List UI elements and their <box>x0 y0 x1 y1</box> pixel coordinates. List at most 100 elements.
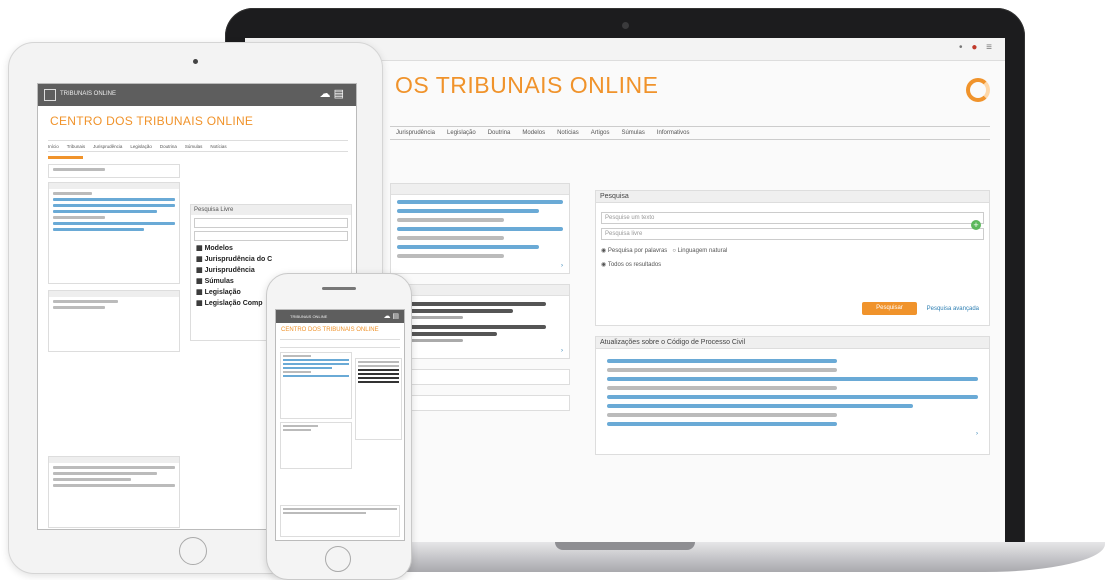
article-item[interactable] <box>397 302 563 319</box>
radio-label: Linguagem natural <box>677 248 728 254</box>
article-line[interactable] <box>53 478 131 481</box>
nav-item[interactable]: Súmulas <box>185 144 203 149</box>
tablet-news-panel <box>48 182 180 284</box>
news-link[interactable] <box>397 245 540 249</box>
tablet-articles-panel <box>48 456 180 528</box>
list-item[interactable] <box>358 377 399 379</box>
radio-icon[interactable]: ○ <box>672 248 676 254</box>
logo-ring-icon <box>966 78 990 102</box>
news-link[interactable] <box>53 210 157 213</box>
news-meta <box>53 192 92 195</box>
update-meta <box>607 413 837 417</box>
nav-item[interactable]: Notícias <box>557 130 579 136</box>
list-item[interactable]: ▦ Modelos <box>196 244 348 252</box>
link-item[interactable] <box>283 425 318 427</box>
article-line[interactable] <box>53 484 175 487</box>
link-item[interactable] <box>53 306 105 309</box>
collapsed-panel[interactable] <box>390 369 570 385</box>
link-item[interactable] <box>283 429 311 431</box>
list-item[interactable] <box>358 369 399 371</box>
see-more-link[interactable]: › <box>391 348 563 354</box>
tablet-links-panel <box>48 290 180 352</box>
nav-item[interactable]: Artigos <box>591 130 610 136</box>
phone-nav[interactable] <box>280 339 400 348</box>
see-more-link[interactable]: › <box>601 431 978 437</box>
list-item-label: Jurisprudência do C <box>204 256 273 263</box>
home-button[interactable] <box>325 546 351 572</box>
update-link[interactable] <box>607 395 978 399</box>
panel-header <box>391 184 569 195</box>
browser-controls[interactable]: • ● ≡ <box>959 42 995 53</box>
article-item[interactable] <box>397 325 563 342</box>
advanced-search-link[interactable]: Pesquisa avançada <box>927 306 979 312</box>
search-input[interactable] <box>358 365 399 367</box>
news-link[interactable] <box>397 200 563 204</box>
article-line[interactable] <box>53 466 175 469</box>
search-button[interactable]: Pesquisar <box>862 302 917 315</box>
update-link[interactable] <box>607 377 978 381</box>
section-accent <box>48 156 83 159</box>
list-item[interactable] <box>358 373 399 375</box>
news-link[interactable] <box>397 227 563 231</box>
nav-item[interactable]: Doutrina <box>160 144 177 149</box>
panel-header <box>49 291 179 297</box>
tablet-nav: Início Tribunais Jurisprudência Legislaç… <box>48 140 348 152</box>
news-link[interactable] <box>283 367 332 369</box>
nav-item[interactable]: Súmulas <box>621 130 644 136</box>
list-item[interactable]: ▦ Jurisprudência do C <box>196 255 348 263</box>
search-input-secondary[interactable] <box>194 231 348 241</box>
news-meta <box>397 254 504 258</box>
updates-panel: › <box>595 349 990 455</box>
update-link[interactable] <box>607 422 837 426</box>
home-button[interactable] <box>179 537 207 565</box>
news-panel: › <box>390 183 570 274</box>
phone-articles-panel <box>280 505 400 537</box>
list-item[interactable] <box>358 381 399 383</box>
nav-item[interactable]: Modelos <box>522 130 545 136</box>
news-link[interactable] <box>283 363 349 365</box>
radio-icon[interactable]: ◉ <box>601 262 606 268</box>
menu-icon[interactable] <box>44 89 56 101</box>
nav-item[interactable]: Jurisprudência <box>93 144 122 149</box>
search-input-secondary[interactable]: Pesquisa livre <box>601 228 984 240</box>
search-input[interactable]: Pesquise um texto <box>601 212 984 224</box>
search-input[interactable] <box>358 361 399 363</box>
nav-item[interactable]: Jurisprudência <box>396 130 435 136</box>
nav-item[interactable]: Tribunais <box>67 144 85 149</box>
news-link[interactable] <box>283 375 349 377</box>
radio-icon[interactable]: ◉ <box>601 248 606 254</box>
article-line[interactable] <box>283 508 397 510</box>
nav-item[interactable]: Doutrina <box>488 130 511 136</box>
nav-item[interactable]: Legislação <box>130 144 152 149</box>
brand-logo[interactable] <box>966 78 990 102</box>
nav-item[interactable]: Início <box>48 144 59 149</box>
nav-item[interactable]: Notícias <box>210 144 226 149</box>
search-input[interactable] <box>194 218 348 228</box>
news-link[interactable] <box>53 228 144 231</box>
update-link[interactable] <box>607 404 914 408</box>
link-item[interactable] <box>53 300 118 303</box>
search-heading: Pesquisa Livre <box>191 205 351 215</box>
news-link[interactable] <box>53 198 175 201</box>
update-meta <box>607 386 837 390</box>
list-item-label: Legislação Comp <box>204 300 263 307</box>
search-column: Pesquisa Pesquise um texto + Pesquisa li… <box>595 190 990 455</box>
cloud-icon[interactable]: ☁ ▤ <box>320 87 344 100</box>
news-column: › › <box>390 183 570 421</box>
news-link[interactable] <box>53 222 175 225</box>
article-line[interactable] <box>283 512 366 514</box>
articles-panel: › <box>390 284 570 359</box>
news-link[interactable] <box>53 204 175 207</box>
nav-item[interactable]: Legislação <box>447 130 476 136</box>
cloud-icon[interactable]: ☁ ▤ <box>383 312 399 320</box>
nav-item[interactable]: Informativos <box>657 130 690 136</box>
article-line[interactable] <box>53 472 157 475</box>
update-link[interactable] <box>607 359 837 363</box>
news-link[interactable] <box>283 359 349 361</box>
collapsed-panel[interactable] <box>390 395 570 411</box>
add-field-icon[interactable]: + <box>971 220 981 230</box>
news-link[interactable] <box>397 209 540 213</box>
topbar-label: TRIBUNAIS ONLINE <box>290 314 328 319</box>
news-meta <box>397 236 504 240</box>
see-more-link[interactable]: › <box>391 263 563 269</box>
